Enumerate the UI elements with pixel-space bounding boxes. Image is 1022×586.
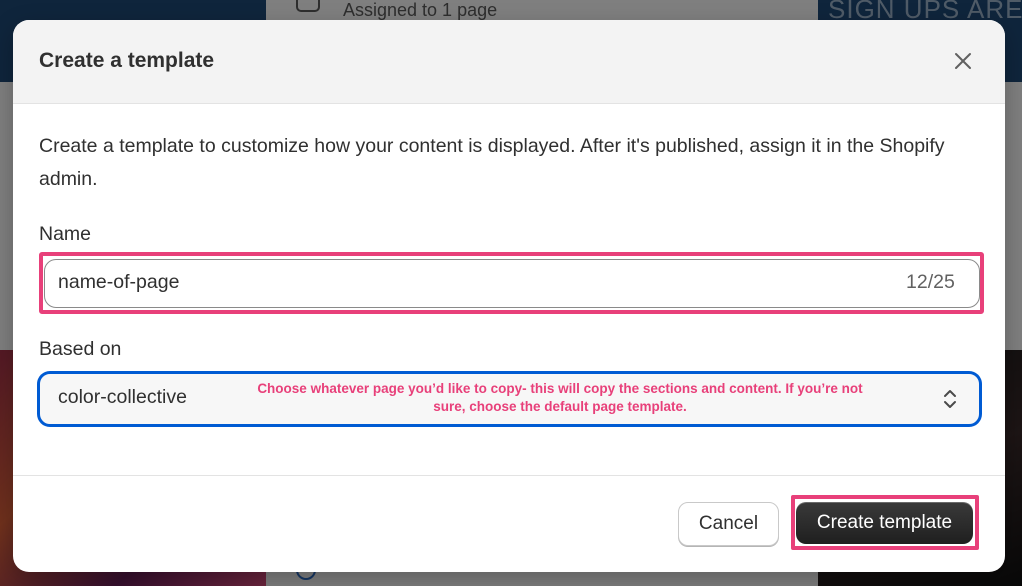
- name-input[interactable]: [44, 259, 980, 308]
- based-on-selected-value: color-collective: [58, 386, 187, 408]
- footer-divider: [13, 475, 1005, 476]
- create-template-button[interactable]: Create template: [796, 502, 973, 544]
- cancel-button[interactable]: Cancel: [678, 502, 779, 546]
- based-on-label: Based on: [39, 338, 122, 360]
- create-template-modal: Create a template Create a template to c…: [13, 20, 1005, 572]
- name-input-value: name-of-page: [58, 271, 180, 293]
- modal-header: Create a template: [13, 20, 1005, 104]
- name-label: Name: [39, 223, 92, 245]
- close-button[interactable]: [949, 47, 977, 75]
- modal-description: Create a template to customize how your …: [39, 135, 945, 190]
- modal-title: Create a template: [39, 49, 215, 72]
- chevron-up-down-icon: [944, 390, 956, 408]
- close-icon: [955, 53, 971, 69]
- based-on-annotation: Choose whatever page you’d like to copy-…: [257, 381, 863, 414]
- character-counter: 12/25: [906, 271, 955, 293]
